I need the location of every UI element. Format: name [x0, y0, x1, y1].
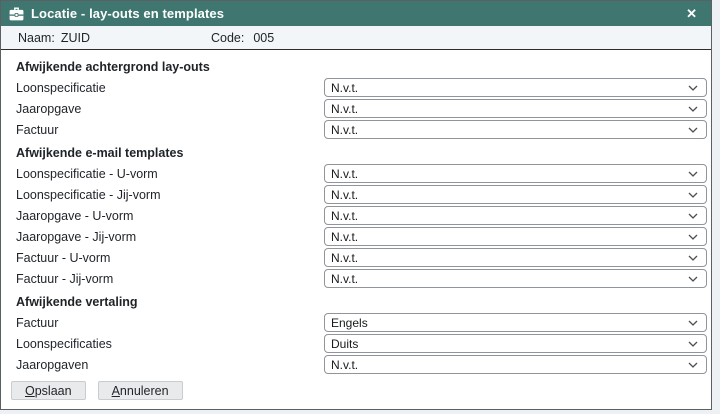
select-value: N.v.t. [331, 102, 688, 116]
code-value: 005 [253, 31, 274, 45]
select-email-jaaropgave-jij-vorm[interactable]: N.v.t. [324, 227, 707, 246]
form-row: Jaaropgaven N.v.t. [1, 354, 711, 375]
select-value: N.v.t. [331, 209, 688, 223]
form-row: Loonspecificatie - U-vorm N.v.t. [1, 163, 711, 184]
form-row: Jaaropgave - U-vorm N.v.t. [1, 205, 711, 226]
chevron-down-icon [688, 255, 698, 261]
field-label: Loonspecificatie - Jij-vorm [16, 188, 161, 202]
select-value: N.v.t. [331, 272, 688, 286]
field-label: Loonspecificatie - U-vorm [16, 167, 158, 181]
section-title: Afwijkende achtergrond lay-outs [1, 57, 711, 77]
locatie-layouts-dialog: Locatie - lay-outs en templates ✕ Naam: … [0, 0, 712, 410]
field-label: Factuur - U-vorm [16, 251, 110, 265]
select-value: N.v.t. [331, 81, 688, 95]
chevron-down-icon [688, 106, 698, 112]
select-email-factuur-jij-vorm[interactable]: N.v.t. [324, 269, 707, 288]
field-label: Factuur [16, 316, 58, 330]
chevron-down-icon [688, 341, 698, 347]
field-label: Jaaropgaven [16, 358, 88, 372]
dialog-title: Locatie - lay-outs en templates [31, 6, 224, 21]
chevron-down-icon [688, 362, 698, 368]
form-row: Jaaropgave N.v.t. [1, 98, 711, 119]
dialog-titlebar: Locatie - lay-outs en templates ✕ [1, 1, 711, 26]
form-row: Jaaropgave - Jij-vorm N.v.t. [1, 226, 711, 247]
chevron-down-icon [688, 320, 698, 326]
section-vertaling: Afwijkende vertaling Factuur Engels Loon… [1, 292, 711, 375]
dialog-body: Afwijkende achtergrond lay-outs Loonspec… [1, 50, 711, 400]
field-label: Factuur [16, 123, 58, 137]
form-row: Loonspecificaties Duits [1, 333, 711, 354]
select-value: Duits [331, 337, 688, 351]
field-label: Jaaropgave [16, 102, 81, 116]
form-row: Loonspecificatie N.v.t. [1, 77, 711, 98]
select-value: N.v.t. [331, 188, 688, 202]
form-row: Factuur N.v.t. [1, 119, 711, 140]
field-label: Loonspecificatie [16, 81, 106, 95]
chevron-down-icon [688, 171, 698, 177]
record-header: Naam: ZUID Code: 005 [1, 26, 711, 50]
field-label: Jaaropgave - Jij-vorm [16, 230, 136, 244]
save-button[interactable]: Opslaan [11, 381, 86, 400]
form-row: Factuur - U-vorm N.v.t. [1, 247, 711, 268]
close-icon: ✕ [686, 6, 697, 21]
section-email-templates: Afwijkende e-mail templates Loonspecific… [1, 143, 711, 289]
select-value: N.v.t. [331, 251, 688, 265]
select-vertaling-factuur[interactable]: Engels [324, 313, 707, 332]
section-title: Afwijkende vertaling [1, 292, 711, 312]
select-email-loonspecificatie-jij-vorm[interactable]: N.v.t. [324, 185, 707, 204]
cancel-button[interactable]: Annuleren [98, 381, 183, 400]
chevron-down-icon [688, 192, 698, 198]
select-email-loonspecificatie-u-vorm[interactable]: N.v.t. [324, 164, 707, 183]
dialog-footer: Opslaan Annuleren [1, 381, 711, 400]
form-row: Factuur - Jij-vorm N.v.t. [1, 268, 711, 289]
briefcase-icon [9, 7, 24, 21]
select-achtergrond-jaaropgave[interactable]: N.v.t. [324, 99, 707, 118]
select-vertaling-loonspecificaties[interactable]: Duits [324, 334, 707, 353]
field-label: Factuur - Jij-vorm [16, 272, 113, 286]
select-value: N.v.t. [331, 230, 688, 244]
select-email-jaaropgave-u-vorm[interactable]: N.v.t. [324, 206, 707, 225]
select-value: Engels [331, 316, 688, 330]
select-value: N.v.t. [331, 167, 688, 181]
cancel-button-label: Annuleren [112, 384, 169, 398]
chevron-down-icon [688, 213, 698, 219]
section-title: Afwijkende e-mail templates [1, 143, 711, 163]
select-achtergrond-loonspecificatie[interactable]: N.v.t. [324, 78, 707, 97]
chevron-down-icon [688, 85, 698, 91]
select-value: N.v.t. [331, 358, 688, 372]
code-label: Code: [211, 31, 244, 45]
save-button-label: Opslaan [25, 384, 72, 398]
naam-label: Naam: [18, 31, 55, 45]
select-email-factuur-u-vorm[interactable]: N.v.t. [324, 248, 707, 267]
naam-value: ZUID [61, 31, 90, 45]
select-achtergrond-factuur[interactable]: N.v.t. [324, 120, 707, 139]
select-value: N.v.t. [331, 123, 688, 137]
section-achtergrond-layouts: Afwijkende achtergrond lay-outs Loonspec… [1, 57, 711, 140]
form-row: Factuur Engels [1, 312, 711, 333]
naam-group: Naam: ZUID [18, 31, 211, 45]
field-label: Jaaropgave - U-vorm [16, 209, 133, 223]
close-button[interactable]: ✕ [682, 5, 701, 22]
chevron-down-icon [688, 127, 698, 133]
chevron-down-icon [688, 234, 698, 240]
field-label: Loonspecificaties [16, 337, 112, 351]
form-row: Loonspecificatie - Jij-vorm N.v.t. [1, 184, 711, 205]
select-vertaling-jaaropgaven[interactable]: N.v.t. [324, 355, 707, 374]
chevron-down-icon [688, 276, 698, 282]
code-group: Code: 005 [211, 31, 274, 45]
